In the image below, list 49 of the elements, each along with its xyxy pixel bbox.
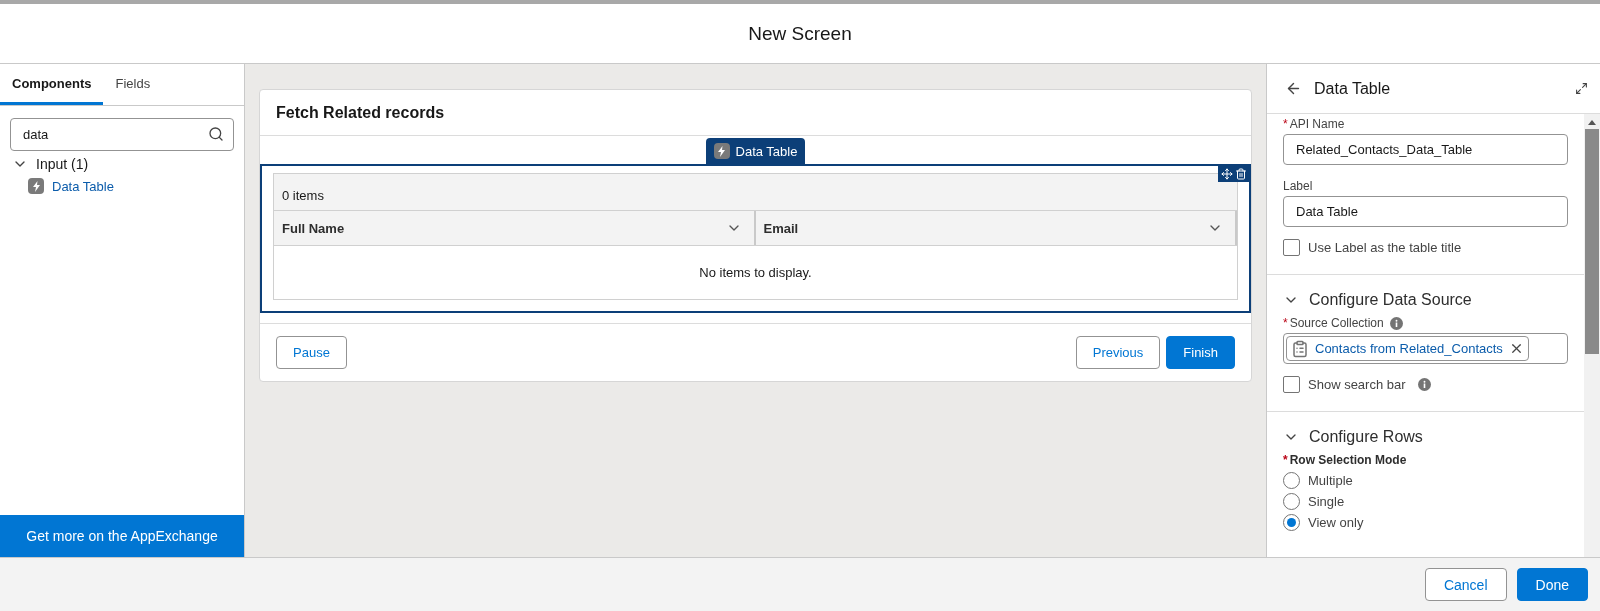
radio-button[interactable] [1283, 514, 1300, 531]
item-count: 0 items [282, 188, 324, 203]
scrollbar[interactable] [1584, 114, 1600, 557]
back-icon[interactable] [1285, 80, 1302, 97]
bolt-icon [28, 178, 44, 194]
panel-tab[interactable]: Components [0, 64, 104, 105]
footer-button[interactable]: Done [1516, 568, 1588, 601]
radio-button[interactable] [1283, 472, 1300, 489]
move-icon[interactable] [1221, 167, 1233, 180]
tree-group[interactable]: Input (1) [12, 156, 244, 172]
radio-label: Multiple [1308, 473, 1353, 488]
search-field[interactable]: data [10, 118, 234, 151]
delete-icon[interactable] [1235, 167, 1247, 180]
group-label: * Row Selection Mode [1283, 453, 1407, 467]
screen-button[interactable]: Pause [276, 336, 347, 369]
text-field[interactable]: Data Table [1283, 196, 1568, 227]
component-tag: Data Table [705, 138, 806, 164]
field-label: Label [1283, 179, 1313, 193]
expand-icon[interactable] [1575, 82, 1588, 95]
search-icon [208, 126, 224, 142]
component-item[interactable]: Data Table [28, 178, 244, 194]
screen-button[interactable]: Finish [1166, 336, 1235, 369]
footer-button[interactable]: Cancel [1424, 568, 1507, 601]
checkbox-label: Show search bar [1308, 377, 1406, 392]
column-header[interactable]: Full Name [274, 211, 756, 245]
empty-message: No items to display. [699, 265, 812, 280]
radio-label: Single [1308, 494, 1345, 509]
bolt-icon [713, 143, 730, 159]
scroll-up-icon[interactable] [1588, 120, 1596, 125]
appexchange-link[interactable]: Get more on the AppExchange [0, 515, 244, 557]
window-title: New Screen [748, 22, 852, 45]
column-header[interactable]: Email [755, 211, 1237, 245]
panel-tab[interactable]: Fields [103, 64, 163, 105]
text-field[interactable]: Related_Contacts_Data_Table [1283, 134, 1568, 165]
checkbox-label: Use Label as the table title [1308, 240, 1462, 255]
checkbox[interactable] [1283, 239, 1300, 256]
screen-button[interactable]: Previous [1075, 336, 1161, 369]
field-label: * API Name [1283, 117, 1345, 131]
scrollbar-thumb[interactable] [1585, 129, 1599, 354]
radio-button[interactable] [1283, 493, 1300, 510]
collection-field[interactable]: Contacts from Related_Contacts [1283, 333, 1568, 364]
clipboard-list-icon [1291, 339, 1309, 358]
checkbox[interactable] [1283, 376, 1300, 393]
radio-label: View only [1308, 515, 1364, 530]
selected-component[interactable]: 0 items Full Name Email No items to display. [260, 164, 1251, 313]
field-label: * Source Collection [1283, 316, 1384, 330]
screen-title: Fetch Related records [276, 103, 445, 122]
collection-pill[interactable]: Contacts from Related_Contacts [1286, 336, 1529, 361]
panel-title: Data Table [1314, 79, 1392, 98]
